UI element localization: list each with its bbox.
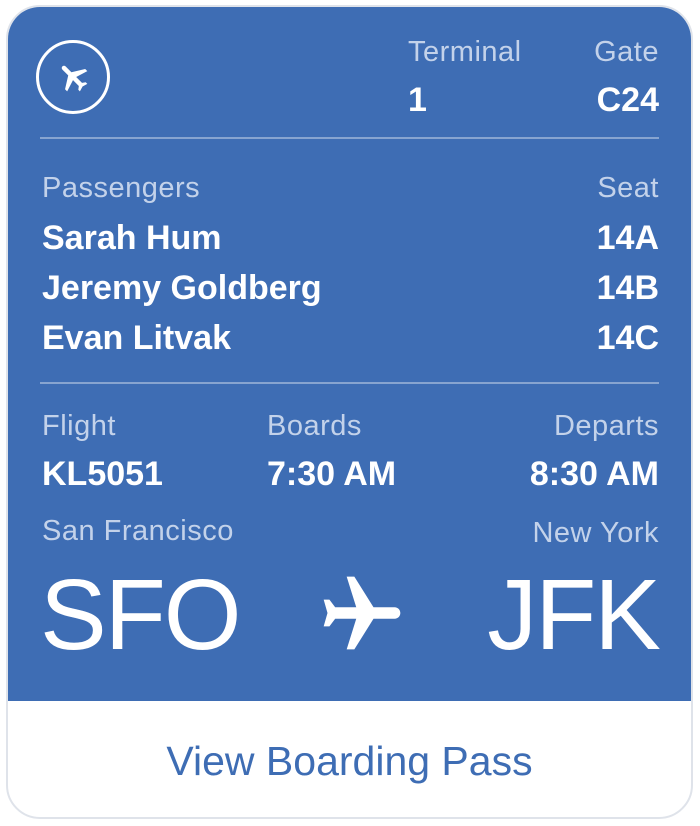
passenger-name: Jeremy Goldberg (42, 269, 322, 307)
divider (40, 382, 659, 384)
gate-label: Gate (594, 36, 659, 68)
flight-info-panel: Terminal 1 Gate C24 Passengers Seat Sara… (8, 7, 691, 701)
destination-city: New York (532, 517, 659, 549)
view-boarding-pass-button[interactable]: View Boarding Pass (8, 701, 691, 817)
departs-label: Departs (553, 410, 659, 442)
destination-code: JFK (487, 559, 661, 671)
departs-time: 8:30 AM (529, 455, 659, 493)
flight-number: KL5051 (42, 455, 163, 493)
airplane-icon (61, 65, 88, 92)
terminal-value: 1 (408, 81, 427, 119)
terminal-label: Terminal (408, 36, 522, 68)
boards-label: Boards (267, 410, 362, 442)
passenger-name: Sarah Hum (42, 219, 222, 257)
gate-value: C24 (596, 81, 659, 119)
flight-label: Flight (42, 410, 116, 442)
passenger-seat: 14B (596, 269, 659, 307)
passenger-name: Evan Litvak (42, 319, 231, 357)
origin-code: SFO (40, 559, 242, 671)
passengers-label: Passengers (42, 172, 201, 204)
origin-city: San Francisco (42, 515, 234, 547)
passenger-seat: 14C (596, 319, 659, 357)
airplane-icon (323, 576, 401, 650)
view-boarding-pass-label: View Boarding Pass (166, 737, 533, 784)
airplane-badge-icon (36, 40, 110, 114)
divider (40, 137, 659, 139)
passenger-seat: 14A (596, 219, 659, 257)
boarding-pass-card: Terminal 1 Gate C24 Passengers Seat Sara… (6, 5, 693, 819)
boards-time: 7:30 AM (267, 455, 397, 493)
seat-label: Seat (597, 172, 659, 204)
